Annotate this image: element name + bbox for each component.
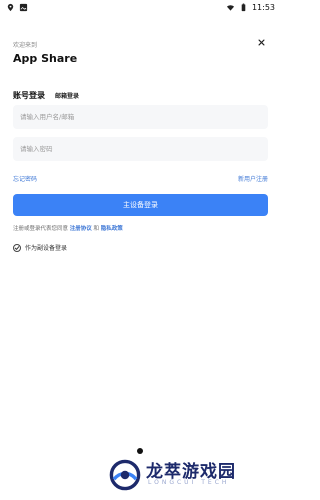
tab-account-login[interactable]: 账号登录	[13, 90, 45, 101]
close-button[interactable]	[254, 35, 268, 49]
status-left	[6, 3, 28, 12]
location-icon	[6, 3, 15, 12]
watermark-subtext: LONGCUI TECH	[148, 479, 230, 486]
wifi-icon	[226, 3, 235, 12]
password-field-container	[13, 137, 268, 161]
welcome-text: 欢迎来到	[13, 42, 38, 49]
link-row: 忘记密码 新用户注册	[13, 174, 268, 183]
close-icon	[257, 38, 265, 46]
checkbox-checked-icon[interactable]	[13, 243, 21, 252]
watermark-logo-icon	[109, 459, 141, 491]
register-link[interactable]: 新用户注册	[238, 174, 268, 183]
secondary-device-label: 作为副设备登录	[25, 245, 68, 252]
agreement-prefix: 注册或登录代表您同意	[13, 226, 69, 232]
main-device-login-button[interactable]: 主设备登录	[13, 194, 268, 216]
terms-link[interactable]: 注册协议	[70, 226, 92, 232]
status-right: 11:53	[226, 3, 275, 12]
status-time: 11:53	[251, 3, 275, 12]
watermark: 龙萃游戏园 LONGCUI TECH	[108, 455, 278, 495]
login-tabs: 账号登录 邮箱登录	[13, 90, 79, 101]
status-bar: 11:53	[0, 0, 281, 16]
forgot-password-link[interactable]: 忘记密码	[13, 174, 37, 183]
page-title: App Share	[13, 52, 78, 65]
battery-icon	[239, 3, 248, 12]
privacy-link[interactable]: 隐私政策	[101, 226, 123, 232]
tab-email-login[interactable]: 邮箱登录	[55, 91, 79, 100]
agreement-and: 和	[93, 226, 100, 232]
image-icon	[19, 3, 28, 12]
agreement-text: 注册或登录代表您同意 注册协议 和 隐私政策	[13, 224, 123, 232]
home-indicator	[137, 448, 143, 454]
password-input[interactable]	[18, 144, 268, 154]
secondary-device-option[interactable]: 作为副设备登录	[13, 243, 67, 252]
username-input[interactable]	[18, 112, 268, 122]
username-field-container	[13, 105, 268, 129]
